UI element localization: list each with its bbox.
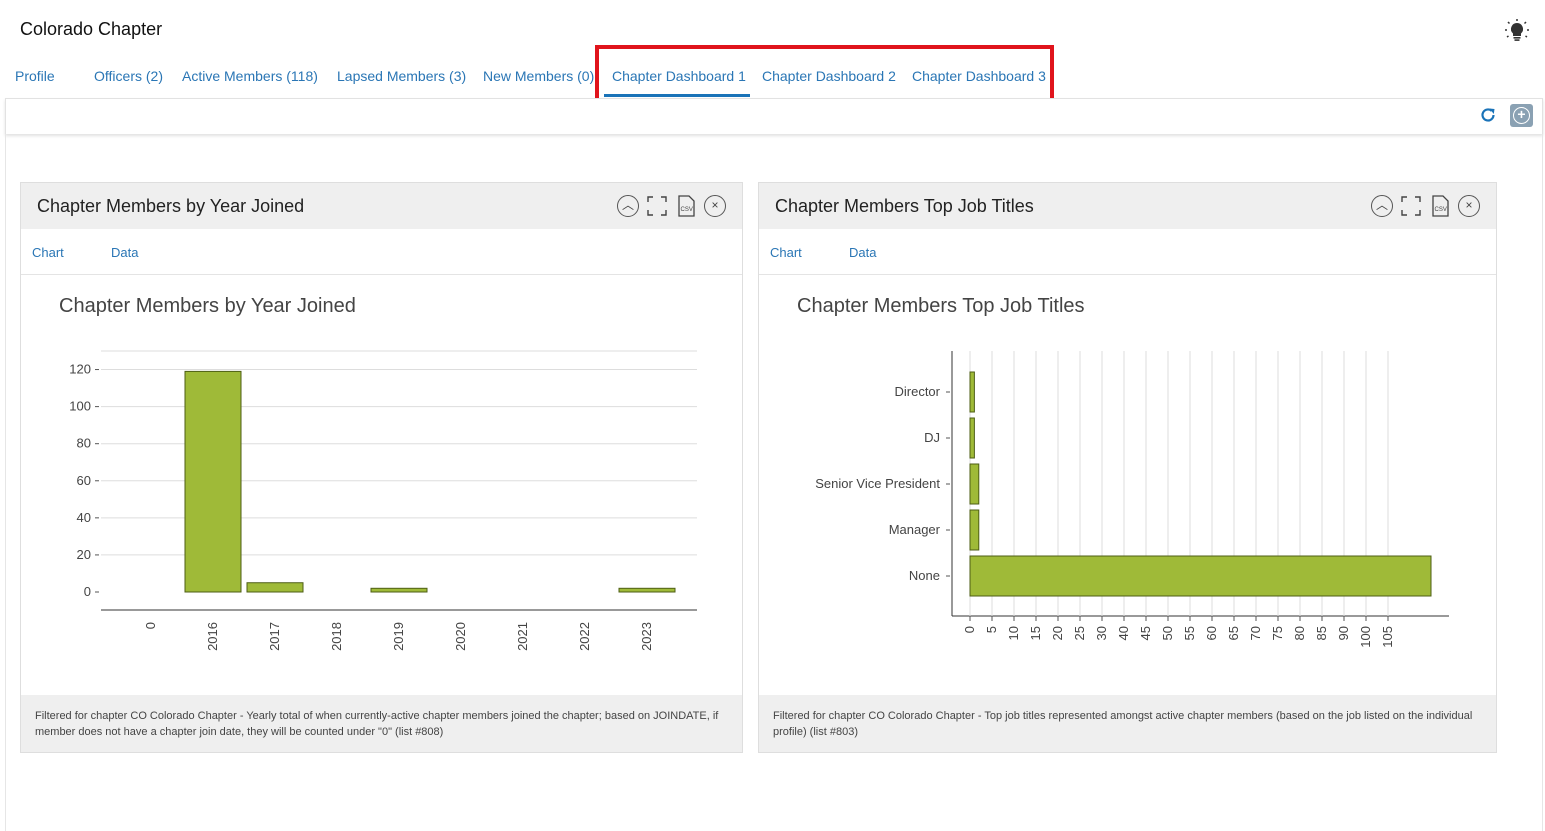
x-tick-label: 0 xyxy=(143,622,158,629)
x-tick-label: 105 xyxy=(1380,626,1395,648)
panel-footer-note: Filtered for chapter CO Colorado Chapter… xyxy=(21,695,742,752)
subtab-chart[interactable]: Chart xyxy=(770,245,802,260)
y-tick-label: 100 xyxy=(69,399,91,414)
x-tick-label: 50 xyxy=(1160,626,1175,640)
x-tick-label: 2019 xyxy=(391,622,406,651)
x-tick-label: 75 xyxy=(1270,626,1285,640)
y-tick-label: 40 xyxy=(77,510,91,525)
x-tick-label: 2023 xyxy=(639,622,654,651)
x-tick-label: 2020 xyxy=(453,622,468,651)
y-tick-label: 80 xyxy=(77,436,91,451)
svg-text:CSV: CSV xyxy=(681,207,693,213)
y-tick-label: 20 xyxy=(77,547,91,562)
bar-director xyxy=(969,371,975,413)
panel-top-job-titles: Chapter Members Top Job Titles ︿ CSV × C… xyxy=(758,182,1497,753)
x-tick-label: 80 xyxy=(1292,626,1307,640)
panel-footer-note: Filtered for chapter CO Colorado Chapter… xyxy=(759,695,1496,752)
svg-text:CSV: CSV xyxy=(1435,207,1447,213)
collapse-icon[interactable]: ︿ xyxy=(1371,195,1393,217)
year-joined-bar-chart: 0 20 40 60 80 100 120 0 2016 2017 2018 2019 2020 2021… xyxy=(69,350,697,651)
x-tick-label: 55 xyxy=(1182,626,1197,640)
x-tick-label: 65 xyxy=(1226,626,1241,640)
x-tick-label: 10 xyxy=(1006,626,1021,640)
add-widget-button[interactable]: + xyxy=(1510,104,1533,127)
y-tick-label: 60 xyxy=(77,473,91,488)
panel-subtabs: Chart Data xyxy=(21,229,742,275)
panel-header: Chapter Members Top Job Titles ︿ CSV × xyxy=(759,183,1496,229)
panel-header: Chapter Members by Year Joined ︿ CSV × xyxy=(21,183,742,229)
x-tick-label: 60 xyxy=(1204,626,1219,640)
dashboard-toolbar xyxy=(5,98,1543,134)
expand-icon[interactable] xyxy=(1400,195,1422,217)
subtab-data[interactable]: Data xyxy=(849,245,876,260)
bar-manager xyxy=(969,509,980,551)
tab-new-members[interactable]: New Members (0) xyxy=(483,68,594,84)
tab-active-members[interactable]: Active Members (118) xyxy=(182,68,318,84)
collapse-icon[interactable]: ︿ xyxy=(617,195,639,217)
y-tick-label: Director xyxy=(894,384,940,399)
x-tick-label: 90 xyxy=(1336,626,1351,640)
x-tick-label: 5 xyxy=(984,626,999,633)
x-tick-label: 100 xyxy=(1358,626,1373,648)
panel-title: Chapter Members by Year Joined xyxy=(37,196,305,216)
x-tick-label: 15 xyxy=(1028,626,1043,640)
y-tick-label: DJ xyxy=(924,430,940,445)
add-widget-icon: + xyxy=(1513,107,1530,124)
x-tick-label: 2017 xyxy=(267,622,282,651)
bar-2016 xyxy=(184,370,242,593)
y-tick-label: 120 xyxy=(69,362,91,377)
x-tick-label: 0 xyxy=(962,626,977,633)
x-tick-label: 85 xyxy=(1314,626,1329,640)
y-tick-label: Manager xyxy=(889,522,941,537)
csv-export-icon[interactable]: CSV xyxy=(1429,195,1451,217)
x-tick-label: 30 xyxy=(1094,626,1109,640)
tab-officers[interactable]: Officers (2) xyxy=(94,68,163,84)
x-tick-label: 2016 xyxy=(205,622,220,651)
bar-2017 xyxy=(246,582,304,593)
x-tick-label: 2022 xyxy=(577,622,592,651)
x-tick-label: 25 xyxy=(1072,626,1087,640)
tab-profile[interactable]: Profile xyxy=(15,68,55,84)
panel-title: Chapter Members Top Job Titles xyxy=(775,196,1034,216)
subtab-chart[interactable]: Chart xyxy=(32,245,64,260)
csv-export-icon[interactable]: CSV xyxy=(675,195,697,217)
x-tick-label: 20 xyxy=(1050,626,1065,640)
panel-subtabs: Chart Data xyxy=(759,229,1496,275)
highlight-annotation-box xyxy=(595,45,1054,105)
tab-lapsed-members[interactable]: Lapsed Members (3) xyxy=(337,68,466,84)
x-tick-label: 2018 xyxy=(329,622,344,651)
subtab-data[interactable]: Data xyxy=(111,245,138,260)
close-icon[interactable]: × xyxy=(704,195,726,217)
bar-dj xyxy=(969,417,975,459)
refresh-icon[interactable] xyxy=(1478,105,1498,125)
y-tick-label: 0 xyxy=(84,584,91,599)
close-icon[interactable]: × xyxy=(1458,195,1480,217)
y-tick-label: Senior Vice President xyxy=(815,476,940,491)
chart-title: Chapter Members by Year Joined xyxy=(59,295,356,317)
x-tick-label: 2021 xyxy=(515,622,530,651)
bar-none xyxy=(969,555,1432,597)
job-titles-bar-chart: 0 5 10 15 20 25 30 40 45 50 55 60 65 70 75 80 85 90 100 105… xyxy=(815,351,1449,648)
bar-senior-vice-president xyxy=(969,463,980,505)
chart-title: Chapter Members Top Job Titles xyxy=(797,295,1085,317)
x-tick-label: 40 xyxy=(1116,626,1131,640)
expand-icon[interactable] xyxy=(646,195,668,217)
bar-2019 xyxy=(370,587,428,593)
panel-members-by-year: Chapter Members by Year Joined ︿ CSV × C… xyxy=(20,182,743,753)
y-tick-label: None xyxy=(909,568,940,583)
x-tick-label: 45 xyxy=(1138,626,1153,640)
bar-2023 xyxy=(618,587,676,593)
x-tick-label: 70 xyxy=(1248,626,1263,640)
